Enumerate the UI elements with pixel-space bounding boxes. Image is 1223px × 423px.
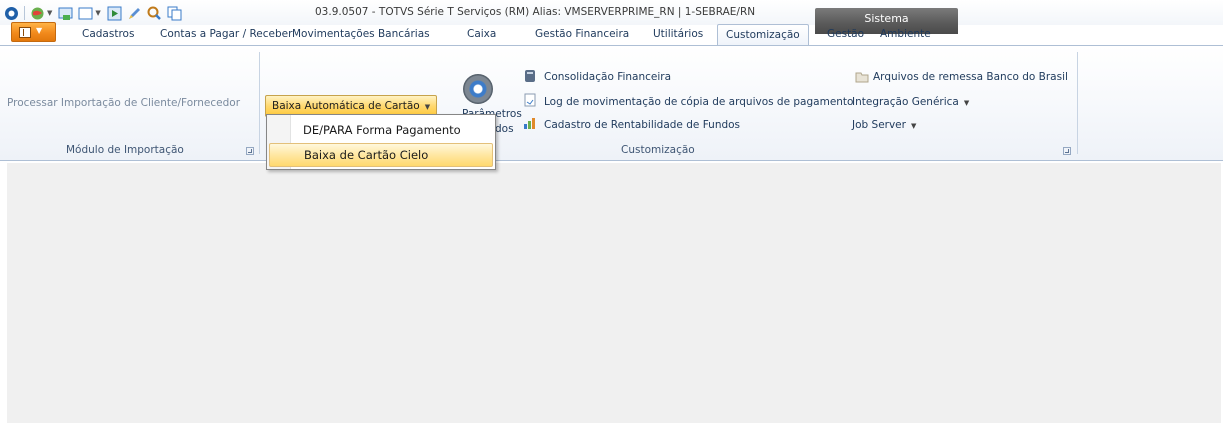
parametros-label-line2: dos — [495, 123, 514, 135]
pencil-icon[interactable] — [127, 6, 142, 21]
integracao-generica-dropdown[interactable]: Integração Genérica ▼ — [852, 96, 969, 108]
processar-importacao-button[interactable]: Processar Importação de Cliente/Forneced… — [7, 97, 240, 109]
tab-contas-pagar-receber[interactable]: Contas a Pagar / Receber — [160, 26, 292, 44]
quick-access-toolbar: ▼ ▼ — [4, 5, 187, 21]
consolidacao-financeira-button[interactable]: Consolidação Financeira — [544, 71, 671, 83]
dialog-launcher-icon[interactable] — [246, 147, 254, 155]
integracao-generica-label: Integração Genérica — [852, 96, 959, 108]
copy-icon[interactable] — [167, 6, 182, 21]
cadastro-rentabilidade-button[interactable]: Cadastro de Rentabilidade de Fundos — [544, 119, 740, 131]
tab-movimentacoes-bancarias[interactable]: Movimentações Bancárias — [292, 26, 430, 44]
toolbar-separator — [24, 6, 25, 20]
dialog-launcher-icon[interactable] — [1063, 147, 1071, 155]
group-label-modulo-importacao: Módulo de Importação — [66, 144, 184, 156]
chevron-down-icon: ▼ — [910, 122, 917, 130]
tab-cadastros[interactable]: Cadastros — [82, 26, 134, 44]
app-logo-icon[interactable] — [4, 6, 19, 21]
application-menu-button[interactable]: ▼ — [11, 22, 56, 42]
chevron-down-icon[interactable]: ▼ — [95, 9, 100, 17]
database-icon — [523, 69, 537, 83]
tab-ambiente[interactable]: Ambiente — [880, 26, 931, 44]
tab-gestao[interactable]: Gestão — [827, 26, 864, 44]
group-separator — [259, 52, 260, 154]
layout-icon[interactable] — [78, 6, 93, 21]
chevron-down-icon: ▼ — [963, 99, 970, 107]
log-movimentacao-button[interactable]: Log de movimentação de cópia de arquivos… — [544, 96, 853, 108]
group-label-customizacao: Customização — [621, 144, 695, 156]
group-separator — [1077, 52, 1078, 154]
title-bar: ▼ ▼ 03.9.0507 - TOTVS Série T Serviços (… — [0, 0, 1223, 25]
search-icon[interactable] — [147, 6, 162, 21]
menu-item-de-para-forma-pagamento[interactable]: DE/PARA Forma Pagamento — [269, 118, 493, 142]
baixa-dropdown-menu: DE/PARA Forma Pagamento Baixa de Cartão … — [266, 114, 496, 170]
menu-icon — [19, 27, 31, 38]
gear-icon[interactable] — [463, 74, 493, 104]
tab-utilitarios[interactable]: Utilitários — [653, 26, 703, 44]
chevron-down-icon: ▼ — [36, 26, 43, 35]
chevron-down-icon[interactable]: ▼ — [47, 9, 52, 17]
job-server-dropdown[interactable]: Job Server ▼ — [852, 119, 916, 131]
document-icon — [523, 93, 537, 107]
menu-item-baixa-cartao-cielo[interactable]: Baixa de Cartão Cielo — [269, 143, 493, 167]
globe-icon[interactable] — [30, 6, 45, 21]
baixa-automatica-cartao-label: Baixa Automática de Cartão — [272, 100, 420, 112]
chart-icon — [523, 116, 537, 130]
chevron-down-icon: ▼ — [424, 103, 431, 111]
main-content-area — [7, 163, 1221, 423]
job-server-label: Job Server — [852, 119, 906, 131]
folder-icon — [855, 70, 869, 84]
window-title: 03.9.0507 - TOTVS Série T Serviços (RM) … — [315, 6, 756, 18]
ribbon-panel: Processar Importação de Cliente/Forneced… — [0, 45, 1223, 161]
window-icon[interactable] — [58, 6, 73, 21]
arquivos-remessa-button[interactable]: Arquivos de remessa Banco do Brasil — [873, 71, 1068, 83]
run-icon[interactable] — [107, 6, 122, 21]
tab-customizacao[interactable]: Customização — [717, 24, 809, 46]
tab-caixa[interactable]: Caixa — [467, 26, 496, 44]
tab-gestao-financeira[interactable]: Gestão Financeira — [535, 26, 629, 44]
